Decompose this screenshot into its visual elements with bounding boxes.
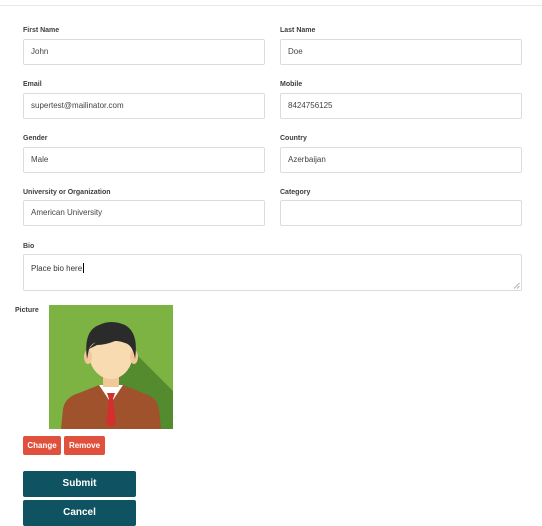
mobile-field[interactable]: 8424756125	[280, 93, 522, 119]
bio-label: Bio	[23, 243, 35, 250]
bio-text: Place bio here	[31, 264, 83, 273]
top-divider	[0, 5, 542, 6]
text-cursor	[83, 263, 85, 273]
email-label: Email	[23, 81, 42, 88]
change-picture-button[interactable]: Change	[23, 436, 61, 455]
resize-grip-icon[interactable]	[513, 282, 520, 289]
country-label: Country	[280, 135, 307, 142]
person-avatar-icon	[49, 305, 173, 429]
last-name-label: Last Name	[280, 27, 316, 34]
first-name-label: First Name	[23, 27, 60, 34]
bio-textarea[interactable]: Place bio here	[23, 254, 522, 291]
gender-field[interactable]: Male	[23, 147, 265, 173]
category-label: Category	[280, 189, 311, 196]
last-name-field[interactable]: Doe	[280, 39, 522, 65]
university-field[interactable]: American University	[23, 200, 265, 226]
submit-button[interactable]: Submit	[23, 471, 136, 497]
email-field[interactable]: supertest@mailinator.com	[23, 93, 265, 119]
university-label: University or Organization	[23, 189, 111, 196]
country-field[interactable]: Azerbaijan	[280, 147, 522, 173]
picture-label: Picture	[15, 307, 39, 314]
mobile-label: Mobile	[280, 81, 303, 88]
first-name-field[interactable]: John	[23, 39, 265, 65]
cancel-button[interactable]: Cancel	[23, 500, 136, 526]
remove-picture-button[interactable]: Remove	[64, 436, 105, 455]
category-field[interactable]	[280, 200, 522, 226]
gender-label: Gender	[23, 135, 48, 142]
